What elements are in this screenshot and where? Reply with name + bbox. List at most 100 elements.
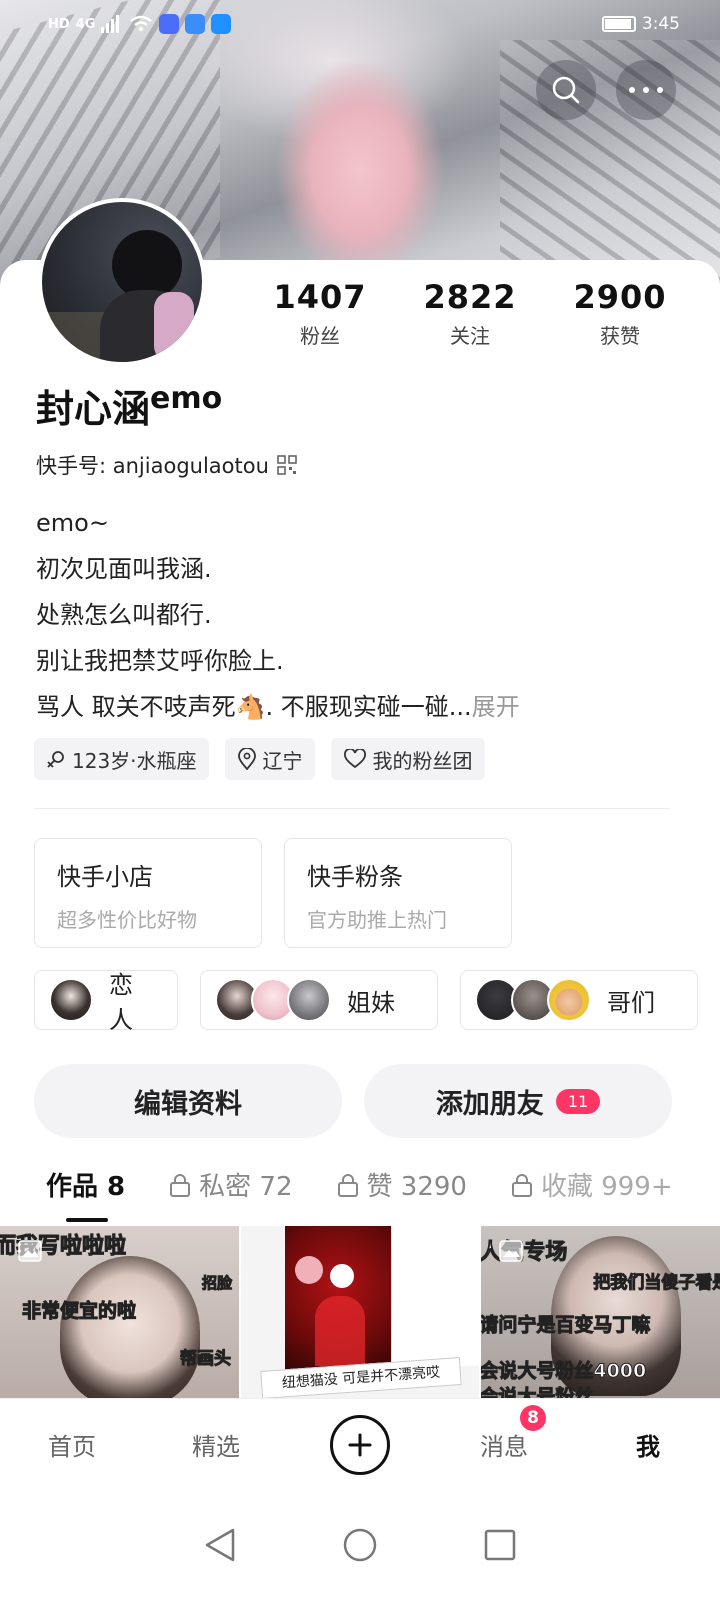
tab-liked[interactable]: 赞 3290 [337, 1166, 467, 1203]
tag-age-zodiac[interactable]: 123岁·水瓶座 [34, 738, 209, 780]
signal-icon [101, 15, 120, 33]
video-thumbnail[interactable]: 人气专场 把我们当傻子看是 请问宁是百变马丁嘛 会说大号粉丝4000 会说大号粉… [481, 1226, 720, 1398]
system-navigation [0, 1490, 720, 1600]
home-icon[interactable] [342, 1527, 378, 1563]
tab-works[interactable]: 作品 8 [46, 1166, 125, 1203]
battery-icon [601, 16, 636, 32]
lock-icon [170, 1173, 191, 1197]
nav-label: 消息 [480, 1433, 528, 1461]
bio-line: 处熟怎么叫都行. [36, 601, 212, 629]
relation-lover[interactable]: 恋人 [34, 970, 178, 1034]
kuaishou-id: 快手号: anjiaogulaotou [36, 454, 269, 478]
note-screenshot [390, 1226, 480, 1366]
works-grid: 而我写啦啦啦 非常便宜的啦 招脸 帮画头 纽想猫没 可是并不漂亮哎 人气专场 把… [0, 1226, 720, 1398]
tab-favorites[interactable]: 收藏 999+ [511, 1166, 673, 1203]
video-caption: 请问宁是百变马丁嘛 [481, 1314, 651, 1337]
shop-title: 快手小店 [57, 863, 153, 891]
tab-label: 赞 3290 [366, 1172, 467, 1202]
qr-code-icon[interactable] [277, 455, 297, 475]
nav-create[interactable] [300, 1414, 420, 1475]
stat-likes[interactable]: 2900 获赞 [550, 278, 690, 349]
relation-buddies[interactable]: 哥们 [460, 970, 698, 1030]
tag-fan-club[interactable]: 我的粉丝团 [330, 738, 485, 780]
button-label: 编辑资料 [134, 1088, 242, 1120]
profile-actions: 编辑资料 添加朋友 11 [34, 1064, 672, 1138]
shop-subtitle: 官方助推上热门 [307, 908, 447, 932]
nickname-text: 封心涵 [36, 387, 151, 431]
shop-entries: 快手小店 超多性价比好物 快手粉条 官方助推上热门 [34, 838, 512, 948]
status-bar: HD 4G 3:45 [0, 0, 720, 48]
relation-avatars [475, 978, 591, 1022]
tab-label: 私密 72 [199, 1172, 293, 1202]
tag-label: 辽宁 [262, 748, 303, 773]
expand-bio-link[interactable]: 展开 [472, 693, 520, 721]
image-post-icon [499, 1240, 524, 1262]
relation-sisters[interactable]: 姐妹 [200, 970, 438, 1030]
heart-icon [343, 749, 366, 769]
nav-home[interactable]: 首页 [12, 1427, 132, 1462]
kuaishou-promote-card[interactable]: 快手粉条 官方助推上热门 [284, 838, 512, 948]
wifi-icon [130, 15, 153, 32]
search-app-icon [211, 14, 232, 34]
bio-line-text: 骂人 取关不吱声死🐴. 不服现实碰一碰... [36, 693, 472, 721]
video-caption: 招脸 [201, 1274, 233, 1293]
video-thumbnail[interactable]: 纽想猫没 可是并不漂亮哎 [240, 1226, 480, 1398]
video-caption: 非常便宜的啦 [21, 1300, 137, 1323]
avatar[interactable] [38, 198, 206, 366]
add-friend-button[interactable]: 添加朋友 11 [364, 1064, 672, 1138]
search-button[interactable] [536, 60, 596, 120]
stat-fans[interactable]: 1407 粉丝 [250, 278, 390, 349]
content-tabs: 作品 8 私密 72 赞 3290 收藏 999+ [46, 1166, 673, 1203]
relation-label: 哥们 [607, 988, 655, 1017]
browser-app-icon [185, 14, 206, 34]
tab-label: 作品 8 [46, 1172, 126, 1202]
stat-label: 关注 [450, 324, 490, 348]
kuaishou-id-row[interactable]: 快手号: anjiaogulaotou [36, 450, 297, 480]
stat-value: 2900 [573, 278, 667, 316]
add-friend-badge: 11 [555, 1088, 601, 1114]
bio-line: 别让我把禁艾呼你脸上. [36, 647, 284, 675]
stat-label: 粉丝 [300, 324, 340, 348]
kuaishou-shop-card[interactable]: 快手小店 超多性价比好物 [34, 838, 262, 948]
video-caption: 会说大号粉丝 [481, 1386, 594, 1399]
tag-location[interactable]: 辽宁 [224, 738, 315, 780]
nav-me[interactable]: 我 [588, 1427, 708, 1462]
relation-avatars [49, 978, 93, 1022]
tag-label: 我的粉丝团 [372, 748, 473, 773]
active-tab-indicator [66, 1218, 108, 1222]
relationship-entries: 恋人 姐妹 哥们 [34, 970, 698, 1034]
location-icon [237, 748, 256, 770]
bio-line: emo~ [36, 509, 109, 537]
search-icon [552, 76, 580, 104]
avatar [287, 978, 331, 1022]
nav-featured[interactable]: 精选 [156, 1427, 276, 1462]
hd-indicator: HD [48, 16, 70, 32]
video-caption: 帮画头 [180, 1349, 232, 1370]
relation-label: 恋人 [109, 971, 133, 1034]
bio[interactable]: emo~ 初次见面叫我涵. 处熟怎么叫都行. 别让我把禁艾呼你脸上. 骂人 取关… [36, 500, 686, 730]
gender-female-icon [47, 751, 64, 768]
relation-avatars [215, 978, 331, 1022]
nickname-suffix: emo [150, 381, 223, 416]
stat-value: 1407 [273, 278, 367, 316]
bio-line: 初次见面叫我涵. [36, 555, 212, 583]
edit-profile-button[interactable]: 编辑资料 [34, 1064, 342, 1138]
image-post-icon [18, 1240, 42, 1262]
shop-subtitle: 超多性价比好物 [57, 908, 197, 932]
stat-following[interactable]: 2822 关注 [400, 278, 540, 349]
bio-line: 骂人 取关不吱声死🐴. 不服现实碰一碰...展开 [36, 684, 686, 730]
plus-icon [330, 1414, 390, 1475]
back-icon[interactable] [203, 1527, 237, 1563]
lock-icon [337, 1173, 358, 1197]
button-label: 添加朋友 [435, 1088, 544, 1120]
more-button[interactable] [616, 60, 676, 120]
recents-icon[interactable] [483, 1528, 517, 1562]
messages-badge: 8 [520, 1405, 546, 1431]
nav-messages[interactable]: 消息 8 [444, 1405, 564, 1462]
signal-label: 4G [75, 16, 96, 32]
video-thumbnail[interactable]: 而我写啦啦啦 非常便宜的啦 招脸 帮画头 [0, 1226, 239, 1398]
video-caption: 把我们当傻子看是 [593, 1273, 720, 1294]
tag-label: 123岁·水瓶座 [72, 748, 197, 773]
divider [34, 808, 670, 809]
tab-private[interactable]: 私密 72 [169, 1166, 293, 1203]
